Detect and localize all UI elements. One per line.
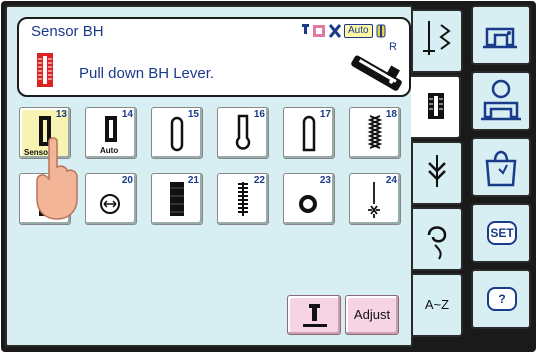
pattern-17-button[interactable]: 17	[283, 107, 335, 159]
pattern-22-button[interactable]: 22	[217, 173, 269, 225]
adjust-button[interactable]: Adjust	[345, 295, 399, 335]
memory-pocket-button[interactable]	[471, 137, 531, 197]
buttonhole-rounded-icon	[302, 115, 316, 152]
mode-title: Sensor BH	[31, 23, 104, 40]
decorative-stitch-icon	[428, 155, 446, 187]
tab-decorative-stitches[interactable]	[413, 141, 463, 205]
needle-icon	[301, 24, 309, 38]
instruction-message: Pull down BH Lever.	[79, 65, 215, 82]
buttonhole-foot-icon	[345, 53, 407, 95]
sewing-machine-icon	[483, 27, 517, 49]
pocket-icon	[485, 150, 517, 187]
foot-side-label: R	[389, 41, 397, 53]
straight-stitch-icon	[423, 21, 451, 55]
darning-icon	[238, 182, 248, 216]
help-label: ?	[487, 287, 517, 311]
hand-pointer-icon	[36, 137, 78, 220]
pattern-15-button[interactable]: 15	[151, 107, 203, 159]
buttonhole-cord-icon	[368, 182, 380, 218]
main-panel: Sensor BH Auto R Pull down BH Lever. 13 …	[5, 5, 413, 347]
pattern-14-button[interactable]: 14 Auto	[85, 107, 137, 159]
buttonhole-round-icon	[170, 116, 184, 152]
tab-alphabet-label: A~Z	[424, 297, 450, 312]
sewing-machine-screen: Sensor BH Auto R Pull down BH Lever. 13 …	[1, 1, 536, 352]
pattern-18-button[interactable]: 18	[349, 107, 401, 159]
machine-settings-button[interactable]	[471, 5, 531, 65]
button-sewing-icon	[100, 194, 120, 214]
pattern-20-button[interactable]: 20	[85, 173, 137, 225]
adjust-label: Adjust	[353, 307, 391, 322]
pattern-23-button[interactable]: 23	[283, 173, 335, 225]
tab-utility-stitches[interactable]	[413, 9, 463, 73]
feed-dog-icon	[328, 24, 342, 38]
bobbin-icon	[376, 24, 386, 38]
buttonhole-stretch-icon	[367, 115, 383, 149]
pattern-16-button[interactable]: 16	[217, 107, 269, 159]
buttonhole-tab-icon	[428, 93, 444, 119]
set-label: SET	[487, 221, 517, 245]
embroidery-mode-button[interactable]	[471, 71, 531, 131]
pattern-21-button[interactable]: 21	[151, 173, 203, 225]
needle-position-icon	[303, 304, 327, 327]
presser-foot-status-icon	[312, 24, 326, 38]
buttonhole-stitch-icon	[37, 53, 53, 87]
pattern-24-button[interactable]: 24	[349, 173, 401, 225]
embroidery-machine-icon	[481, 79, 521, 121]
tab-quilt-stitches[interactable]	[413, 207, 463, 271]
info-box: Sensor BH Auto R Pull down BH Lever.	[17, 17, 411, 97]
quilt-stitch-icon	[427, 226, 447, 260]
buttonhole-keyhole-icon	[235, 114, 251, 150]
eyelet-icon	[299, 195, 317, 213]
bar-tack-icon	[170, 182, 184, 216]
tab-alphabet[interactable]: A~Z	[413, 273, 463, 337]
pattern-sublabel: Auto	[100, 146, 119, 155]
auto-badge: Auto	[344, 24, 373, 38]
status-icons: Auto	[301, 23, 386, 39]
needle-stop-button[interactable]	[287, 295, 341, 335]
help-button[interactable]: ?	[471, 269, 531, 329]
set-button[interactable]: SET	[471, 203, 531, 263]
tab-buttonholes[interactable]	[411, 75, 461, 139]
